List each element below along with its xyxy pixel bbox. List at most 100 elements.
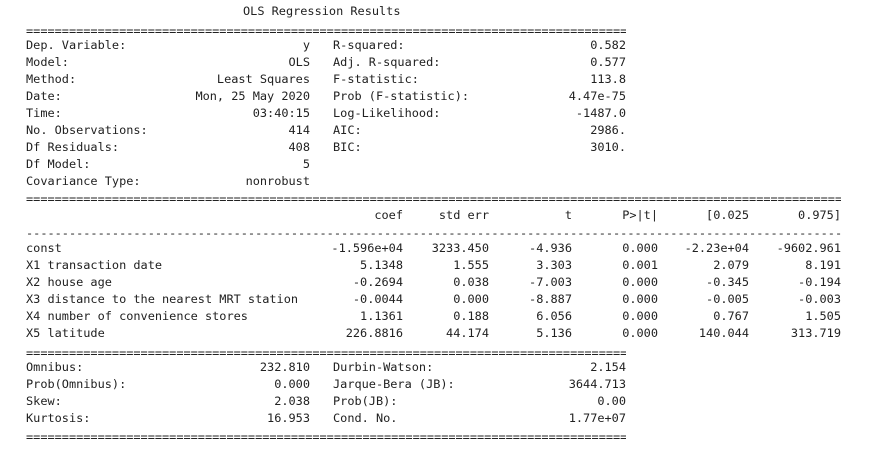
coef-cell: 8.191	[805, 258, 841, 272]
coef-name: X5 latitude	[26, 326, 105, 340]
coef-name: X1 transaction date	[26, 258, 163, 272]
diagnostic-value: 0.00	[597, 394, 626, 408]
coef-cell: 1.1361	[360, 309, 403, 323]
summary-label: Method:	[26, 72, 77, 86]
summary-label: Log-Likelihood:	[333, 106, 441, 120]
coef-header: P>|t|	[622, 208, 658, 222]
summary-value: 0.577	[590, 55, 626, 69]
coef-cell: 0.000	[622, 326, 658, 340]
coef-cell: 3233.450	[431, 241, 489, 255]
diagnostic-value: 16.953	[267, 411, 310, 425]
diagnostic-label: Kurtosis:	[26, 411, 91, 425]
summary-label: F-statistic:	[333, 72, 419, 86]
diagnostic-label: Jarque-Bera (JB):	[333, 377, 455, 391]
coef-cell: 1.555	[453, 258, 489, 272]
separator-coef-top: ========================================…	[26, 195, 841, 203]
coef-name: const	[26, 241, 62, 255]
coef-header: 0.975]	[798, 208, 841, 222]
separator-bottom: ========================================…	[26, 433, 626, 441]
coef-header: [0.025	[706, 208, 749, 222]
coef-cell: 5.136	[536, 326, 572, 340]
coef-cell: -7.003	[529, 275, 572, 289]
coef-cell: 2.079	[713, 258, 749, 272]
summary-value: 3010.	[590, 140, 626, 154]
coef-cell: 226.8816	[345, 326, 403, 340]
diagnostic-value: 2.154	[590, 360, 626, 374]
diagnostic-value: 2.038	[274, 394, 310, 408]
summary-value: 4.47e-75	[568, 89, 626, 103]
summary-value: 414	[288, 123, 310, 137]
coef-cell: -0.2694	[352, 275, 403, 289]
summary-label: AIC:	[333, 123, 362, 137]
summary-label: Date:	[26, 89, 62, 103]
coef-cell: -4.936	[529, 241, 572, 255]
summary-label: Df Model:	[26, 157, 91, 171]
separator-coef-header: ----------------------------------------…	[26, 229, 841, 237]
coef-header: t	[564, 208, 572, 222]
coef-header: coef	[374, 208, 403, 222]
title: OLS Regression Results	[243, 4, 401, 18]
diagnostic-label: Prob(Omnibus):	[26, 377, 127, 391]
coef-cell: 0.001	[622, 258, 658, 272]
coef-name: X4 number of convenience stores	[26, 309, 248, 323]
diagnostic-value: 1.77e+07	[568, 411, 626, 425]
summary-value: 03:40:15	[252, 106, 310, 120]
summary-label: Adj. R-squared:	[333, 55, 441, 69]
summary-label: Df Residuals:	[26, 140, 120, 154]
separator-coef-bottom: ========================================…	[26, 349, 626, 357]
diagnostic-label: Skew:	[26, 394, 62, 408]
summary-label: No. Observations:	[26, 123, 148, 137]
summary-value: 2986.	[590, 123, 626, 137]
coef-cell: 0.038	[453, 275, 489, 289]
summary-label: Model:	[26, 55, 69, 69]
summary-value: 113.8	[590, 72, 626, 86]
summary-value: 5	[302, 157, 310, 171]
coef-cell: 140.044	[698, 326, 749, 340]
coef-cell: 0.000	[622, 309, 658, 323]
coef-name: X2 house age	[26, 275, 112, 289]
summary-value: nonrobust	[245, 174, 310, 188]
summary-value: Least Squares	[216, 72, 310, 86]
summary-value: y	[302, 38, 310, 52]
coef-cell: 6.056	[536, 309, 572, 323]
summary-value: OLS	[288, 55, 310, 69]
summary-value: 0.582	[590, 38, 626, 52]
coef-cell: 0.767	[713, 309, 749, 323]
coef-cell: -0.005	[706, 292, 749, 306]
coef-cell: 313.719	[790, 326, 841, 340]
diagnostic-value: 3644.713	[568, 377, 626, 391]
diagnostic-label: Cond. No.	[333, 411, 398, 425]
summary-label: Time:	[26, 106, 62, 120]
coef-cell: 44.174	[446, 326, 489, 340]
coef-cell: -8.887	[529, 292, 572, 306]
coef-cell: 0.000	[622, 241, 658, 255]
coef-cell: 0.000	[622, 292, 658, 306]
coef-cell: 0.000	[622, 275, 658, 289]
summary-label: BIC:	[333, 140, 362, 154]
coef-cell: -1.596e+04	[331, 241, 403, 255]
summary-label: Prob (F-statistic):	[333, 89, 470, 103]
diagnostic-label: Prob(JB):	[333, 394, 398, 408]
summary-value: 408	[288, 140, 310, 154]
diagnostic-label: Durbin-Watson:	[333, 360, 434, 374]
summary-label: Dep. Variable:	[26, 38, 127, 52]
coef-cell: 5.1348	[360, 258, 403, 272]
summary-value: Mon, 25 May 2020	[195, 89, 310, 103]
coef-cell: 1.505	[805, 309, 841, 323]
diagnostic-value: 232.810	[259, 360, 310, 374]
coef-name: X3 distance to the nearest MRT station	[26, 292, 299, 306]
coef-cell: -2.23e+04	[684, 241, 749, 255]
summary-value: -1487.0	[575, 106, 626, 120]
coef-cell: 0.188	[453, 309, 489, 323]
summary-label: Covariance Type:	[26, 174, 141, 188]
coef-cell: -0.003	[798, 292, 841, 306]
separator-top: ========================================…	[26, 27, 626, 35]
coef-cell: -0.194	[798, 275, 841, 289]
coef-cell: 0.000	[453, 292, 489, 306]
summary-label: R-squared:	[333, 38, 405, 52]
coef-cell: 3.303	[536, 258, 572, 272]
coef-cell: -9602.961	[776, 241, 841, 255]
diagnostic-value: 0.000	[274, 377, 310, 391]
coef-cell: -0.0044	[352, 292, 403, 306]
coef-header: std err	[438, 208, 489, 222]
